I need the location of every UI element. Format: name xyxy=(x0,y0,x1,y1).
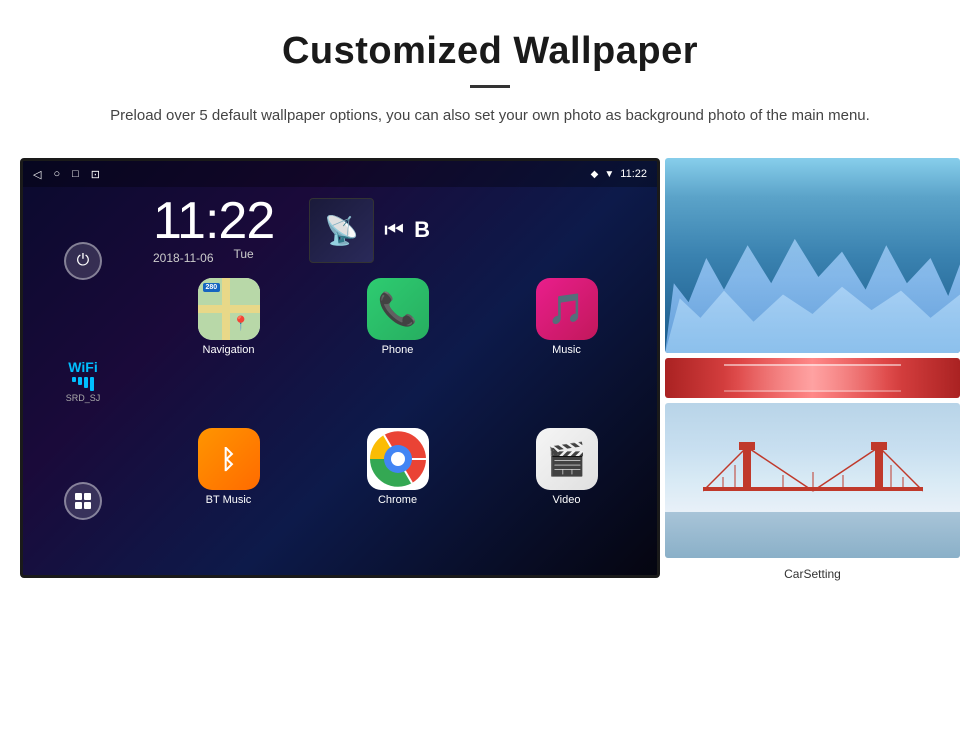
phone-shape: 📞 xyxy=(378,290,418,328)
wifi-bar-2 xyxy=(78,377,82,385)
back-button-icon[interactable]: ◁ xyxy=(33,168,41,181)
navigation-label: Navigation xyxy=(203,344,255,356)
device-screen: ◁ ○ □ ⊡ ◆ ▼ 11:22 ⏻ Wi xyxy=(20,158,660,578)
status-bar: ◁ ○ □ ⊡ ◆ ▼ 11:22 xyxy=(23,161,657,187)
app-item-phone[interactable]: 📞 Phone xyxy=(317,278,478,420)
wifi-bars xyxy=(66,377,101,391)
wallpaper-previews: CarSetting xyxy=(665,158,960,583)
navigation-icon: 280 📍 xyxy=(198,278,260,340)
chrome-svg xyxy=(367,428,429,490)
clock-area: 11:22 2018-11-06 Tue 📡 ⏮ B xyxy=(143,187,657,273)
wallpaper-bridge[interactable] xyxy=(665,403,960,558)
screenshot-icon[interactable]: ⊡ xyxy=(91,168,100,181)
media-icons: 📡 ⏮ B xyxy=(309,198,430,263)
btmusic-icon: ᛒ xyxy=(198,428,260,490)
status-time: 11:22 xyxy=(620,168,647,180)
nav-buttons: ◁ ○ □ ⊡ xyxy=(33,168,100,181)
wifi-label: WiFi xyxy=(66,359,101,375)
phone-icon: 📞 xyxy=(367,278,429,340)
wifi-ssid: SRD_SJ xyxy=(66,393,101,403)
app-item-btmusic[interactable]: ᛒ BT Music xyxy=(148,428,309,570)
page-title: Customized Wallpaper xyxy=(60,30,920,73)
wifi-signal-icon: ▼ xyxy=(604,169,614,180)
btmusic-label: BT Music xyxy=(206,494,252,506)
music-note-icon: 🎵 xyxy=(548,292,585,327)
recents-button-icon[interactable]: □ xyxy=(72,168,79,180)
video-label: Video xyxy=(553,494,581,506)
nav-badge: 280 xyxy=(203,283,221,292)
apps-button[interactable] xyxy=(64,482,102,520)
bridge-svg xyxy=(703,427,923,527)
media-box: 📡 xyxy=(309,198,374,263)
chrome-label: Chrome xyxy=(378,494,417,506)
music-label: Music xyxy=(552,344,581,356)
left-sidebar: ⏻ WiFi SRD_SJ xyxy=(23,187,143,575)
carsetting-label-area: CarSetting xyxy=(665,565,960,583)
wifi-bar-3 xyxy=(84,377,88,388)
nav-map-bg: 280 📍 xyxy=(198,278,260,340)
app-item-music[interactable]: 🎵 Music xyxy=(486,278,647,420)
clock-block: 11:22 2018-11-06 Tue xyxy=(153,195,274,265)
media-letter: B xyxy=(414,217,430,243)
video-clapper-icon: 🎬 xyxy=(547,440,587,478)
power-button[interactable]: ⏻ xyxy=(64,242,102,280)
status-bar-right: ◆ ▼ 11:22 xyxy=(591,168,647,180)
phone-label: Phone xyxy=(382,344,414,356)
video-icon: 🎬 xyxy=(536,428,598,490)
nav-road-h xyxy=(198,305,260,313)
bluetooth-icon: ᛒ xyxy=(221,444,237,475)
wifi-bar-4 xyxy=(90,377,94,391)
clock-date: 2018-11-06 xyxy=(153,251,214,265)
page-description: Preload over 5 default wallpaper options… xyxy=(110,104,870,128)
music-icon: 🎵 xyxy=(536,278,598,340)
clock-day: Tue xyxy=(234,247,254,265)
carsetting-label: CarSetting xyxy=(784,567,841,581)
page-wrapper: Customized Wallpaper Preload over 5 defa… xyxy=(0,0,980,603)
red-design-detail xyxy=(724,364,901,392)
app-grid: 280 📍 Navigation 📞 Phone xyxy=(143,273,657,575)
main-content: ◁ ○ □ ⊡ ◆ ▼ 11:22 ⏻ Wi xyxy=(0,148,980,603)
header-section: Customized Wallpaper Preload over 5 defa… xyxy=(0,0,980,148)
app-item-video[interactable]: 🎬 Video xyxy=(486,428,647,570)
media-skip-icon[interactable]: ⏮ xyxy=(384,217,404,243)
location-icon: ◆ xyxy=(591,169,599,180)
wallpaper-red[interactable] xyxy=(665,358,960,398)
grid-icon xyxy=(75,493,91,509)
nav-pin-icon: 📍 xyxy=(232,315,249,332)
home-button-icon[interactable]: ○ xyxy=(53,168,60,180)
broadcast-icon: 📡 xyxy=(324,214,359,247)
app-item-navigation[interactable]: 280 📍 Navigation xyxy=(148,278,309,420)
app-item-chrome[interactable]: Chrome xyxy=(317,428,478,570)
title-divider xyxy=(470,85,510,88)
wifi-info: WiFi SRD_SJ xyxy=(66,359,101,403)
main-area: 11:22 2018-11-06 Tue 📡 ⏮ B xyxy=(143,187,657,575)
chrome-icon xyxy=(367,428,429,490)
wifi-bar-1 xyxy=(72,377,76,382)
wallpaper-ice[interactable] xyxy=(665,158,960,353)
clock-time: 11:22 xyxy=(153,195,274,247)
